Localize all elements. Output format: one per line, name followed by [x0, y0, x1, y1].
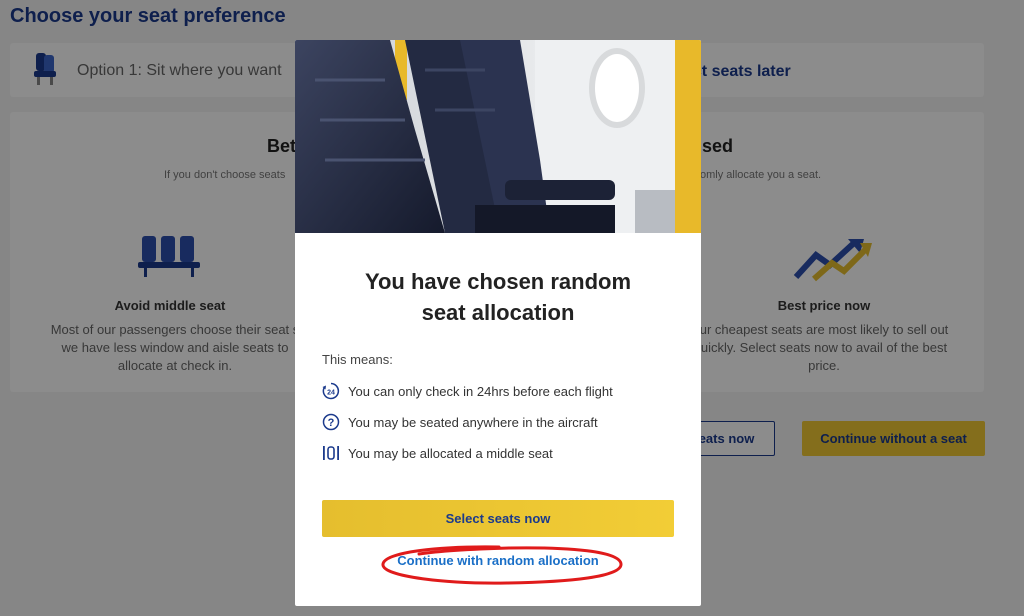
- bullet-seated-anywhere: ? You may be seated anywhere in the airc…: [322, 411, 598, 433]
- svg-text:24: 24: [327, 390, 335, 397]
- bullet-text: You can only check in 24hrs before each …: [348, 383, 613, 399]
- cabin-seats-image: [295, 40, 701, 233]
- select-seats-now-button[interactable]: Select seats now: [322, 500, 674, 537]
- bullet-checkin: 24 You can only check in 24hrs before ea…: [322, 380, 613, 402]
- red-annotation-circle: [381, 545, 623, 585]
- bullet-text: You may be seated anywhere in the aircra…: [348, 414, 598, 430]
- question-circle-icon: ?: [322, 413, 340, 431]
- bullet-middle-seat: You may be allocated a middle seat: [322, 442, 553, 464]
- random-allocation-modal: You have chosen random seat allocation T…: [295, 40, 701, 606]
- bullet-text: You may be allocated a middle seat: [348, 445, 553, 461]
- middle-seat-icon: [322, 444, 340, 462]
- modal-title-line-2: seat allocation: [421, 300, 575, 325]
- modal-title-line-1: You have chosen random: [364, 269, 632, 294]
- svg-text:?: ?: [328, 417, 335, 429]
- means-label: This means:: [322, 352, 393, 367]
- modal-title: You have chosen random seat allocation: [295, 266, 701, 328]
- clock-24-icon: 24: [322, 382, 340, 400]
